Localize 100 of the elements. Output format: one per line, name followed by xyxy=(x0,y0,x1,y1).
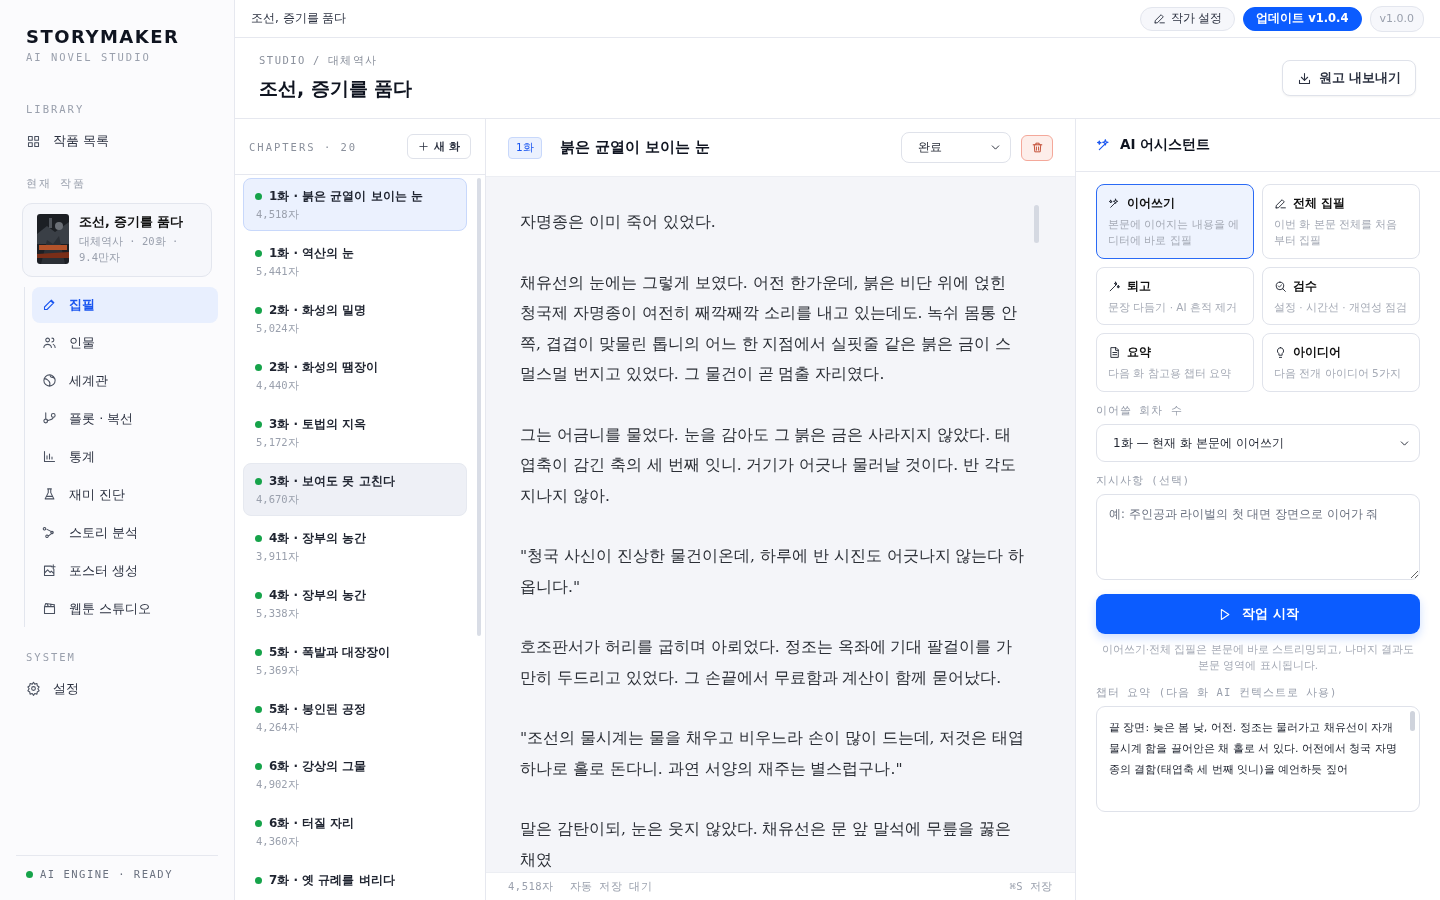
chapter-title: 4화 · 장부의 농간 xyxy=(269,530,367,547)
nav-item[interactable]: 작품 목록 xyxy=(16,123,218,159)
work-meta: 대체역사 · 20화 · 9.4만자 xyxy=(79,234,180,265)
trash-icon xyxy=(1030,141,1044,154)
pencil-icon xyxy=(1152,12,1166,25)
action-description: 다음 전개 아이디어 5가지 xyxy=(1274,366,1402,382)
chapter-title: 7화 · 옛 규례를 벼리다 xyxy=(269,872,395,889)
chapter-title: 2화 · 화성의 밀명 xyxy=(269,302,367,319)
section-label: 현재 작품 xyxy=(25,177,88,191)
help-text: 이어쓰기·전체 집필은 본문에 바로 스트리밍되고, 나머지 결과도 본문 영역에 표시됩니다. xyxy=(1100,642,1416,673)
nav-item[interactable]: 포스터 생성 xyxy=(32,552,218,589)
instruction-field[interactable]: 예: 주인공과 라이벌의 첫 대면 장면으로 이어가 줘 xyxy=(1096,494,1420,580)
summary-field[interactable]: 끝 장면: 늦은 봄 낮, 어전. 정조는 물러가고 채유선이 자개 물시계 함을 끌어안은 채 홀로 서 있다. 어전에서 청국 자명종의 결함(태엽축 세 번째 잇니)을 예언하듯 짚어 xyxy=(1096,705,1420,812)
action-icon xyxy=(1108,197,1121,210)
chapter-count-select[interactable]: 1화 — 현재 화 본문에 이어쓰기 xyxy=(1096,424,1420,462)
story-paragraph: 말은 감탄이되, 눈은 웃지 않았다. 채유선은 문 앞 말석에 무릎을 꿇은 채였 xyxy=(520,819,1013,871)
action-card[interactable]: 전체 집필 이번 화 본문 전체를 처음부터 집필 xyxy=(1262,184,1420,259)
nav-icon xyxy=(42,563,57,578)
delete-button[interactable] xyxy=(1021,134,1053,161)
version-badge: v1.0.0 xyxy=(1369,5,1424,32)
chapter-count: 5,172자 xyxy=(255,436,300,450)
section-label: LIBRARY xyxy=(25,103,86,115)
action-icon xyxy=(1108,346,1121,360)
nav-item[interactable]: 집필 xyxy=(32,286,218,323)
nav-item[interactable]: 스토리 분석 xyxy=(32,514,218,551)
chapter-item[interactable]: 6화 · 강상의 그물 4,902자 xyxy=(243,748,467,801)
chapter-count: 4,670자 xyxy=(255,493,300,507)
chapter-item[interactable]: 1화 · 역산의 눈 5,441자 xyxy=(243,235,467,288)
nav-item[interactable]: 통계 xyxy=(32,438,218,475)
field-label: 지시사항 (선택) xyxy=(1096,474,1191,488)
start-button[interactable]: 작업 시작 xyxy=(1096,594,1420,634)
chapter-item[interactable]: 5화 · 봉인된 공정 4,264자 xyxy=(243,691,467,744)
export-button[interactable]: 원고 내보내기 xyxy=(1281,60,1416,96)
story-paragraph: 호조판서가 허리를 굽히며 아뢰었다. 정조는 옥좌에 기대 팔걸이를 가만히 두드리고 있었다. 그 손끝에서 무료함과 계산이 함께 묻어났다. xyxy=(520,637,1014,689)
nav-item[interactable]: 세계관 xyxy=(32,362,218,399)
status-select[interactable]: 완료 xyxy=(901,132,1011,163)
plus-icon xyxy=(418,141,430,152)
action-card[interactable]: 검수 설정 · 시간선 · 개연성 점검 xyxy=(1262,266,1420,326)
chapter-count: 3,911자 xyxy=(255,550,300,564)
scrollbar[interactable] xyxy=(1034,205,1039,243)
action-card[interactable]: 요약 다음 화 참고용 챕터 요약 xyxy=(1096,333,1254,392)
action-card[interactable]: 이어쓰기 본문에 이어지는 내용을 에디터에 바로 집필 xyxy=(1096,184,1254,259)
nav-item[interactable]: 플롯 · 복선 xyxy=(32,400,218,437)
chapter-title: 붉은 균열이 보이는 눈 xyxy=(559,138,710,157)
section-label: SYSTEM xyxy=(25,650,77,663)
action-card[interactable]: 아이디어 다음 전개 아이디어 5가지 xyxy=(1262,333,1420,392)
author-settings-button[interactable]: 작가 설정 xyxy=(1139,6,1236,31)
character-count: 4,518자 xyxy=(508,879,554,894)
chapter-item[interactable]: 4화 · 장부의 농간 3,911자 xyxy=(243,520,467,573)
action-icon xyxy=(1274,346,1287,360)
nav-item[interactable]: 재미 진단 xyxy=(32,476,218,513)
action-title: 요약 xyxy=(1127,345,1151,361)
action-title: 이어쓰기 xyxy=(1127,196,1175,211)
action-icon xyxy=(1108,279,1121,293)
action-icon xyxy=(1274,197,1287,210)
update-button[interactable]: 업데이트 v1.0.4 xyxy=(1243,6,1362,31)
chapter-item[interactable]: 2화 · 화성의 땜장이 4,440자 xyxy=(243,349,467,402)
chapter-item[interactable]: 1화 · 붉은 균열이 보이는 눈 4,518자 xyxy=(243,178,467,231)
nav-icon xyxy=(42,335,57,350)
nav-icon xyxy=(42,449,57,464)
nav-item[interactable]: 설정 xyxy=(16,670,218,707)
scrollbar[interactable] xyxy=(477,178,481,636)
panel-title: AI 어시스턴트 xyxy=(1120,136,1211,154)
chapter-count: 4,440자 xyxy=(255,379,300,393)
chapter-item[interactable]: 4화 · 장부의 농간 5,338자 xyxy=(243,577,467,630)
chapter-title: 5화 · 폭발과 대장장이 xyxy=(269,644,391,661)
chapters-label: CHAPTERS · 20 xyxy=(249,140,358,153)
chapter-item[interactable]: 5화 · 폭발과 대장장이 5,369자 xyxy=(243,634,467,687)
current-work-card[interactable]: 조선, 증기를 품다 대체역사 · 20화 · 9.4만자 xyxy=(22,203,212,277)
story-paragraph: "청국 사신이 진상한 물건이온데, 하루에 반 시진도 어긋나지 않는다 하옵니다." xyxy=(520,546,1026,598)
chapter-count: 5,441자 xyxy=(255,265,300,279)
chapter-item[interactable]: 3화 · 토법의 지옥 5,172자 xyxy=(243,406,467,459)
story-paragraph: 그는 어금니를 물었다. 눈을 감아도 그 붉은 금은 사라지지 않았다. 태엽축이 감긴 축의 세 번째 잇니. 거기가 어긋나 물러날 것이다. 반 각도 지나지 않아. xyxy=(520,424,1018,507)
field-label: 이어쓸 회차 수 xyxy=(1096,404,1184,418)
chapter-title: 6화 · 터질 자리 xyxy=(269,815,355,832)
action-description: 본문에 이어지는 내용을 에디터에 바로 집필 xyxy=(1108,217,1240,248)
chapter-title: 3화 · 보여도 못 고친다 xyxy=(269,473,395,490)
story-paragraph: 채유선의 눈에는 그렇게 보였다. 어전 한가운데, 붉은 비단 위에 얹힌 청국제 자명종이 여전히 째깍째깍 소리를 내고 있는데도. 녹쉬 몸통 안쪽, 겹겹이 맞물린 톱니의 어느 한 지점에서 실핏줄 같은 붉은 금이 스멀스멀 번지고 있었다. 그 물건이 곧 멈출 자리였다. xyxy=(520,272,1019,385)
chapter-item[interactable]: 6화 · 터질 자리 4,360자 xyxy=(243,805,467,858)
nav-icon xyxy=(42,601,57,616)
chapter-title: 4화 · 장부의 농간 xyxy=(269,587,367,604)
nav-icon xyxy=(42,411,57,426)
chapter-item[interactable]: 7화 · 옛 규례를 벼리다 xyxy=(243,862,467,900)
autosave-status: 자동 저장 대기 xyxy=(569,879,653,894)
chapter-item[interactable]: 3화 · 보여도 못 고친다 4,670자 xyxy=(243,463,467,516)
nav-item[interactable]: 인물 xyxy=(32,324,218,361)
action-title: 퇴고 xyxy=(1127,278,1151,294)
chapter-count: 4,902자 xyxy=(255,778,300,792)
chapter-title: 5화 · 봉인된 공정 xyxy=(269,701,367,718)
action-card[interactable]: 퇴고 문장 다듬기 · AI 흔적 제거 xyxy=(1096,266,1254,326)
chapter-item[interactable]: 2화 · 화성의 밀명 5,024자 xyxy=(243,292,467,345)
nav-icon xyxy=(42,373,57,388)
sparkle-icon xyxy=(1096,137,1112,153)
chapter-title: 1화 · 역산의 눈 xyxy=(269,245,355,262)
breadcrumb-separator: / xyxy=(312,54,321,68)
chapter-title: 2화 · 화성의 땜장이 xyxy=(269,359,379,376)
chapter-title: 3화 · 토법의 지옥 xyxy=(269,416,367,433)
new-chapter-button[interactable]: 새 화 xyxy=(407,134,471,159)
chapter-count: 5,369자 xyxy=(255,664,300,678)
nav-item[interactable]: 웹툰 스튜디오 xyxy=(32,590,218,627)
